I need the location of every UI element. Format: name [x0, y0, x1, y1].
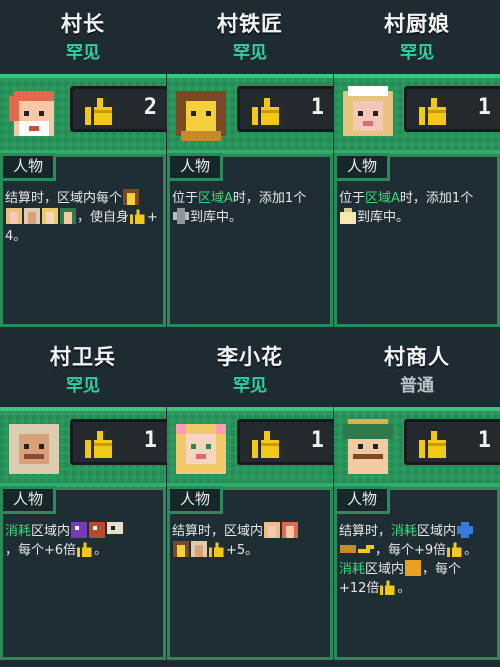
card-name: 村铁匠 [217, 12, 283, 36]
card-rarity: 罕见 [66, 376, 100, 396]
card-tag: 人物 [334, 486, 390, 514]
flower-girl-mini-icon [42, 208, 58, 224]
card-name: 村卫兵 [50, 345, 116, 369]
card-tag: 人物 [0, 153, 56, 181]
card-tag: 人物 [167, 153, 223, 181]
card-description-panel: 人物 结算时，区域内 +5。 [167, 486, 333, 660]
thumbs-up-icon [419, 98, 446, 125]
card[interactable]: 1 人物 位于区域A时，添加1个 到库中。 [167, 74, 337, 327]
thumbs-up-icon [419, 431, 446, 458]
card-cell-merchant[interactable]: 村商人 普通 1 人物 结算时，消耗区域内 ，每个+9倍 。 消耗区域内 ，每个… [334, 333, 500, 666]
like-count: 1 [477, 428, 491, 453]
card-tag: 人物 [0, 486, 56, 514]
like-count: 2 [143, 95, 157, 120]
card-description: 消耗区域内 ，每个+6倍。 [5, 522, 159, 560]
cook-mini-icon [264, 522, 281, 538]
iron-ore-icon [173, 208, 189, 224]
blacksmith-portrait-icon [176, 91, 226, 141]
red-monster-icon [89, 522, 106, 538]
card[interactable]: 1 人物 结算时，区域内 +5。 [167, 407, 337, 660]
card-rarity: 罕见 [233, 376, 267, 396]
skeleton-icon [107, 522, 124, 534]
thumbs-up-mini-icon [447, 542, 462, 557]
card-rarity: 罕见 [400, 43, 434, 63]
li-xiaohua-portrait-icon [176, 424, 226, 474]
card-rarity: 普通 [400, 376, 434, 396]
card-description-panel: 人物 位于区域A时，添加1个 到库中。 [167, 153, 333, 327]
card-cell-village-chief[interactable]: 村长 罕见 2 人物 结算时，区域内每个 ，使自身 +4。 [0, 0, 170, 333]
like-counter: 1 [237, 419, 337, 465]
card-description-panel: 人物 位于区域A时，添加1个 到库中。 [334, 153, 500, 327]
card[interactable]: 1 人物 结算时，消耗区域内 ，每个+9倍。 消耗区域内 ，每个 +12倍。 [334, 407, 500, 660]
card[interactable]: 1 人物 位于区域A时，添加1个 到库中。 [334, 74, 500, 327]
card-description-panel: 人物 结算时，消耗区域内 ，每个+9倍。 消耗区域内 ，每个 +12倍。 [334, 486, 500, 660]
blacksmith-mini-icon [123, 189, 140, 205]
thumbs-up-icon [252, 98, 279, 125]
thumbs-up-mini-icon [380, 580, 395, 595]
thumbs-up-mini-icon [77, 542, 92, 557]
bread-icon [340, 545, 356, 553]
card-cell-li-xiaohua[interactable]: 李小花 罕见 1 人物 结算时，区域内 +5。 [167, 333, 337, 666]
merchant-mini-icon [60, 208, 76, 224]
thumbs-up-mini-icon [130, 209, 145, 224]
thumbs-up-icon [85, 431, 112, 458]
like-counter: 1 [404, 419, 500, 465]
card[interactable]: 2 人物 结算时，区域内每个 ，使自身 +4。 [0, 74, 170, 327]
card-description: 结算时，区域内每个 ，使自身 +4。 [5, 189, 158, 244]
card-description: 结算时，消耗区域内 ，每个+9倍。 消耗区域内 ，每个 +12倍。 [339, 522, 478, 596]
card-description: 位于区域A时，添加1个 到库中。 [172, 191, 307, 225]
cook-portrait-icon [343, 86, 393, 136]
card-name: 村商人 [384, 345, 450, 369]
blue-gem-icon [457, 522, 474, 538]
card-name: 李小花 [217, 345, 283, 369]
village-chief-portrait-icon [9, 91, 54, 136]
card-description-panel: 人物 结算时，区域内每个 ，使自身 +4。 [0, 153, 166, 327]
thumbs-up-icon [252, 431, 279, 458]
card-cell-guard[interactable]: 村卫兵 罕见 1 人物 消耗区域内 ，每个+6倍 。 [0, 333, 170, 666]
card-cell-blacksmith[interactable]: 村铁匠 罕见 1 人物 位于区域A时，添加1个 到库中。 [167, 0, 337, 333]
card-name: 村长 [61, 12, 105, 36]
card-tag: 人物 [167, 486, 223, 514]
cook-mini-icon [6, 208, 22, 224]
thumbs-up-mini-icon [209, 542, 224, 557]
card-cell-cook[interactable]: 村厨娘 罕见 1 人物 位于区域A时，添加1个 到库中。 [334, 0, 500, 333]
like-count: 1 [477, 95, 491, 120]
card-description-panel: 人物 消耗区域内 ，每个+6倍。 [0, 486, 166, 660]
like-counter: 1 [70, 419, 170, 465]
banana-icon [358, 545, 374, 553]
like-count: 1 [310, 95, 324, 120]
card[interactable]: 1 人物 消耗区域内 ，每个+6倍。 [0, 407, 170, 660]
card-description: 结算时，区域内 +5。 [172, 522, 326, 560]
card-description: 位于区域A时，添加1个 到库中。 [339, 191, 474, 225]
village-chief-mini-icon [282, 522, 299, 538]
guard-mini-icon [191, 541, 207, 557]
like-counter: 1 [404, 86, 500, 132]
purple-monster-icon [71, 522, 88, 538]
card-name: 村厨娘 [384, 12, 450, 36]
guard-mini-icon [24, 208, 40, 224]
merchant-portrait-icon [343, 419, 393, 474]
flour-icon [340, 208, 356, 224]
thumbs-up-icon [85, 98, 112, 125]
card-rarity: 罕见 [233, 43, 267, 63]
blacksmith-mini-icon [173, 541, 189, 557]
honey-icon [405, 560, 422, 576]
like-count: 1 [143, 428, 157, 453]
like-count: 1 [310, 428, 324, 453]
card-rarity: 罕见 [66, 43, 100, 63]
card-tag: 人物 [334, 153, 390, 181]
like-counter: 1 [237, 86, 337, 132]
guard-portrait-icon [9, 424, 59, 474]
like-counter: 2 [70, 86, 170, 132]
